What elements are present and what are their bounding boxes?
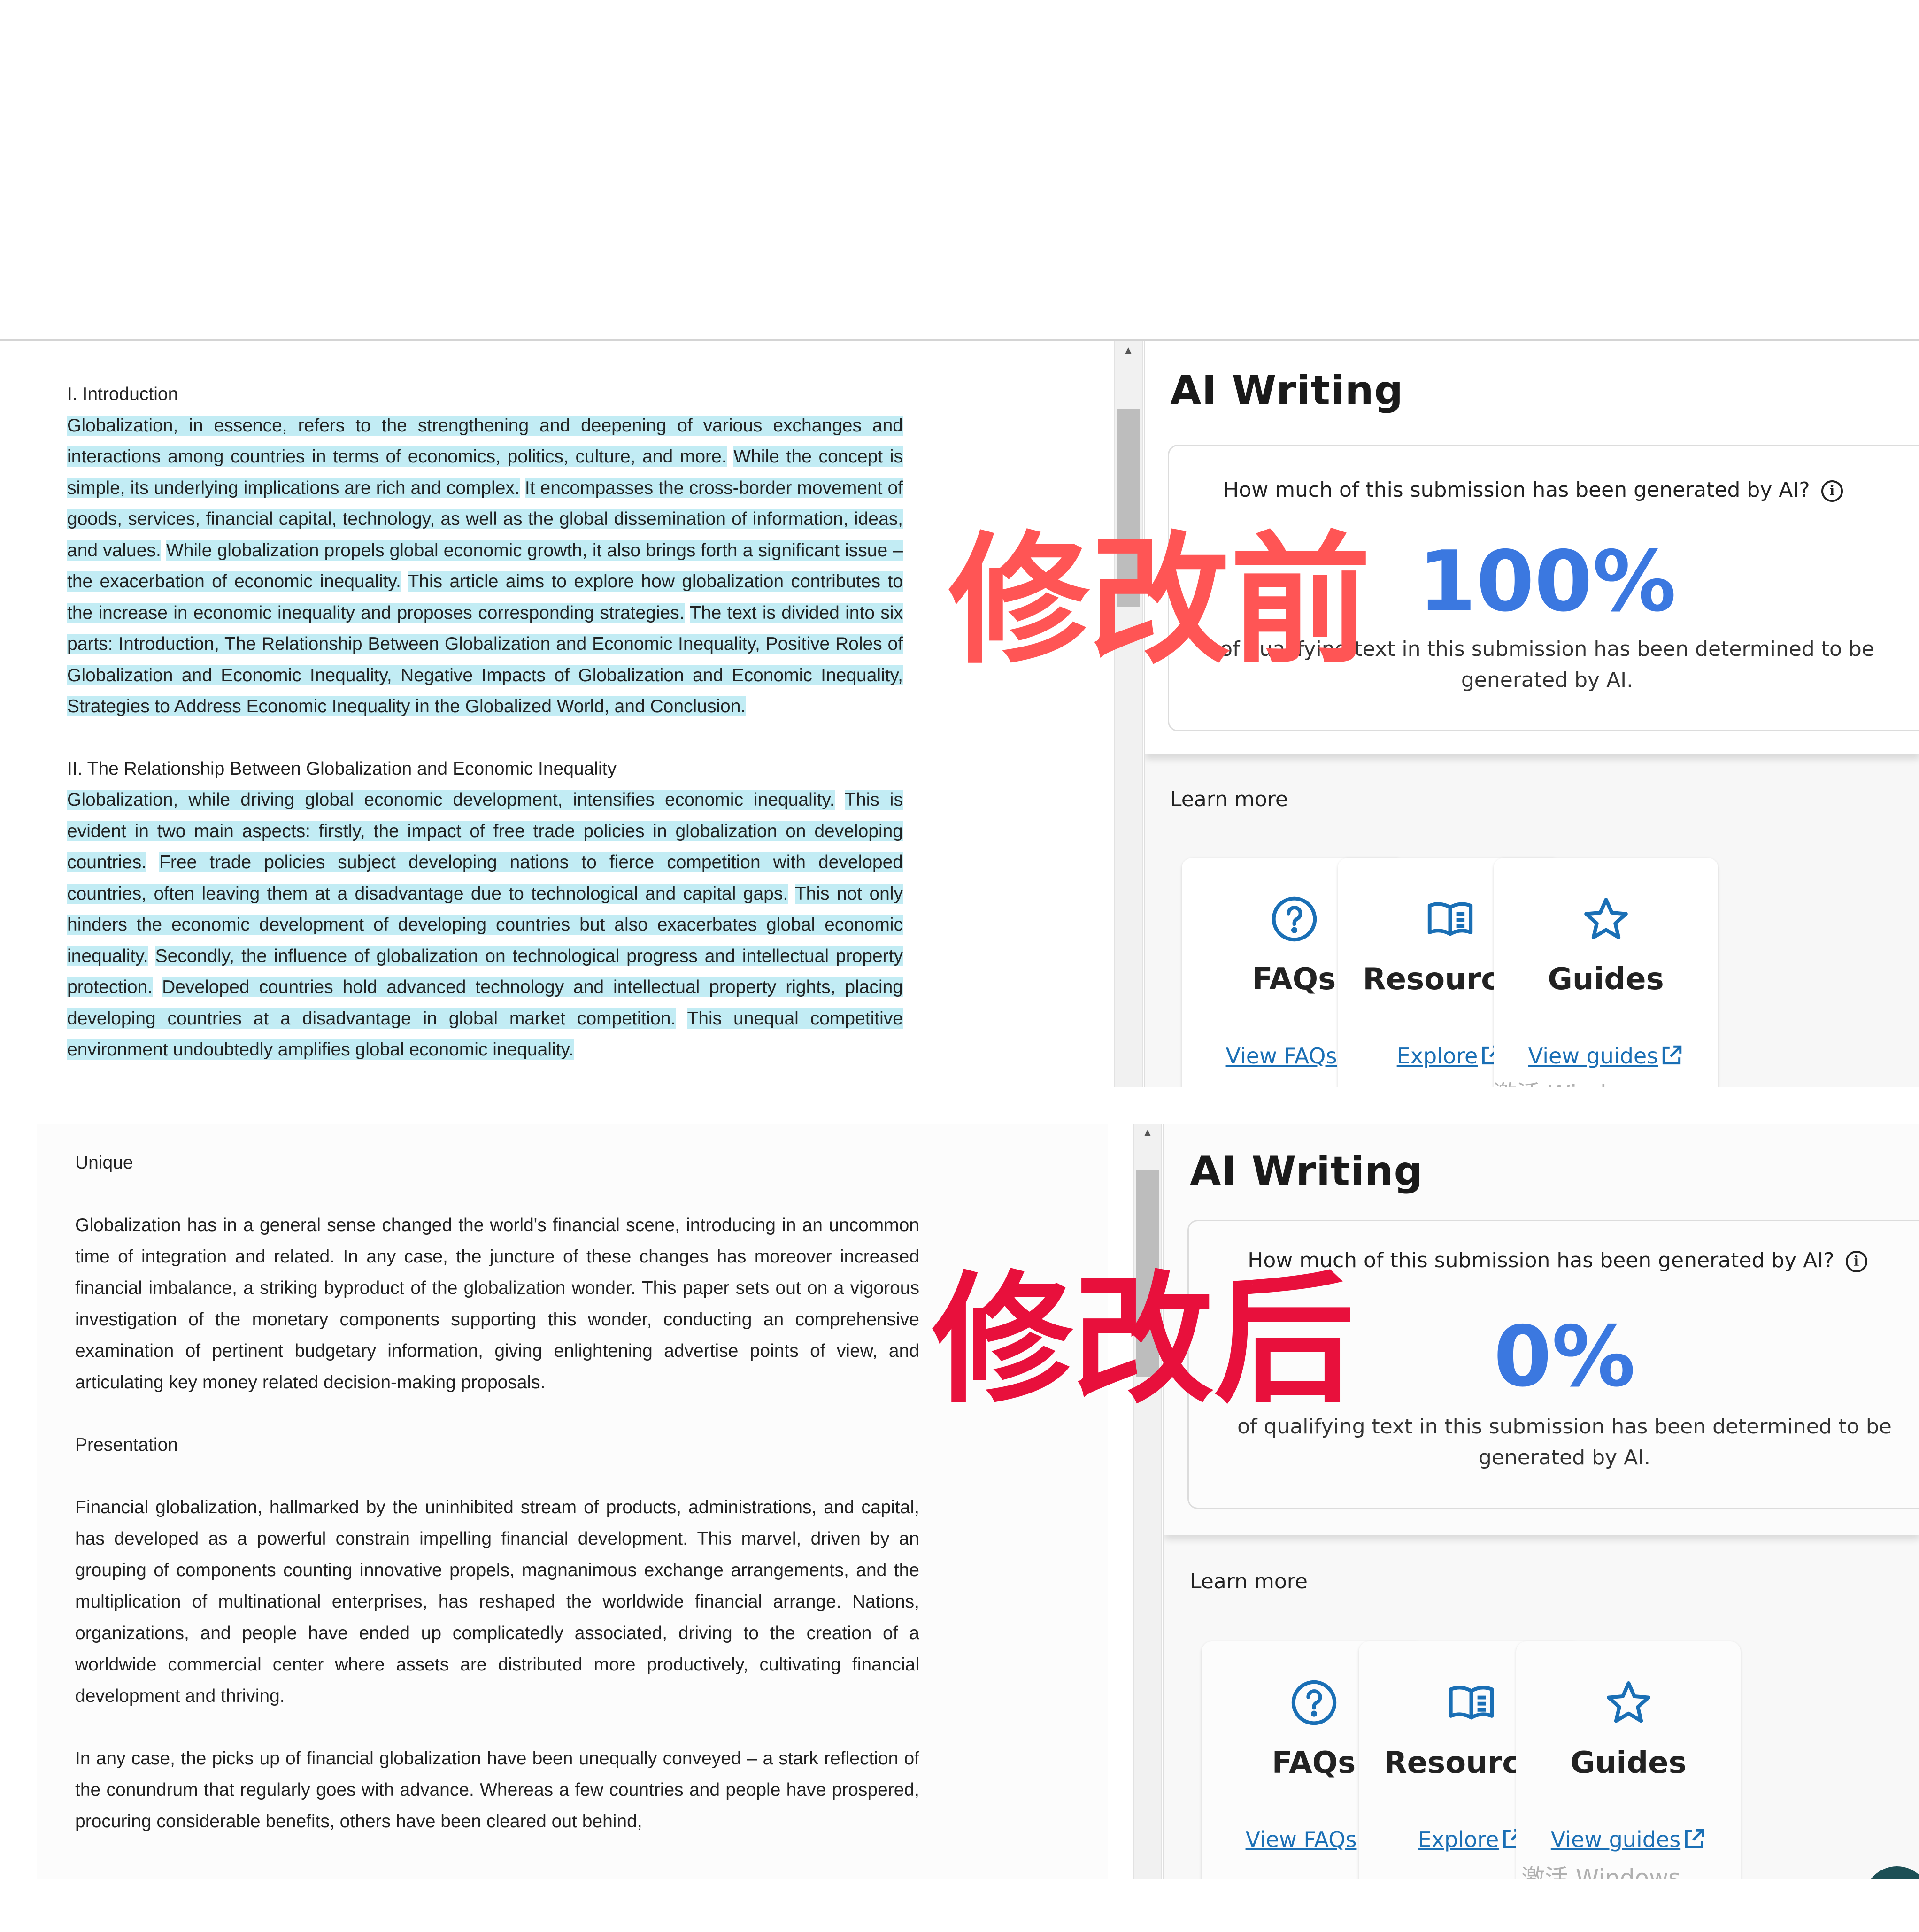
learn-more-heading: Learn more: [1190, 1570, 1308, 1593]
section-paragraph: Globalization, while driving global econ…: [67, 785, 903, 1066]
card-link-guides[interactable]: View guides: [1494, 1043, 1718, 1069]
section-paragraph: Globalization, in essence, refers to the…: [67, 410, 903, 723]
star-icon: [1516, 1678, 1741, 1730]
windows-activation-watermark: 激活 Windows: [1521, 1864, 1681, 1879]
scroll-up-arrow-icon[interactable]: ▲: [1115, 345, 1142, 355]
card-link-text[interactable]: View FAQs: [1226, 1043, 1337, 1069]
card-link-text[interactable]: View FAQs: [1246, 1827, 1357, 1852]
info-icon[interactable]: i: [1845, 1251, 1867, 1272]
card-title: Guides: [1570, 1746, 1687, 1780]
external-link-icon: [1658, 1043, 1683, 1069]
before-document-pane: I. Introduction Globalization, in essence…: [0, 341, 1087, 1087]
scroll-up-arrow-icon[interactable]: ▲: [1134, 1127, 1161, 1138]
after-document-text: Unique Globalization has in a general sen…: [75, 1147, 919, 1837]
after-document-pane: Unique Globalization has in a general sen…: [37, 1124, 1108, 1879]
learn-more-heading: Learn more: [1170, 787, 1288, 811]
before-ai-writing-panel: AI Writing How much of this submission h…: [1144, 341, 1919, 1087]
external-link-icon: [1680, 1827, 1706, 1852]
section-heading: I. Introduction: [67, 384, 178, 404]
after-ai-writing-panel: AI Writing How much of this submission h…: [1163, 1124, 1919, 1879]
ai-highlighted-sentence[interactable]: Globalization, while driving global econ…: [67, 790, 835, 810]
body-paragraph: Financial globalization, hallmarked by t…: [75, 1497, 919, 1706]
before-document-scrollbar[interactable]: ▲: [1114, 341, 1143, 1087]
before-document-text: I. Introduction Globalization, in essence…: [67, 379, 903, 1066]
ai-writing-title: AI Writing: [1190, 1148, 1424, 1195]
learn-more-card-guides: Guides View guides: [1494, 858, 1718, 1087]
ai-writing-title: AI Writing: [1170, 367, 1404, 414]
ai-highlighted-sentence[interactable]: Free trade policies subject developing n…: [67, 852, 903, 904]
ai-question: How much of this submission has been gen…: [1169, 478, 1919, 502]
section-heading: Unique: [75, 1153, 133, 1173]
section-heading: II. The Relationship Between Globalizati…: [67, 758, 617, 779]
body-paragraph: Globalization has in a general sense cha…: [75, 1215, 919, 1393]
learn-more-card-guides: Guides View guides: [1516, 1641, 1741, 1879]
star-icon: [1494, 894, 1718, 946]
after-label: 修改后: [932, 1258, 1355, 1422]
after-document-scrollbar[interactable]: ▲: [1133, 1124, 1162, 1879]
before-label: 修改前: [948, 519, 1371, 683]
info-icon[interactable]: i: [1821, 480, 1843, 502]
card-title: Guides: [1548, 962, 1664, 997]
card-link-guides[interactable]: View guides: [1516, 1827, 1741, 1852]
windows-activation-watermark: 激活 Windows: [1493, 1075, 1652, 1087]
body-paragraph: In any case, the picks up of financial g…: [75, 1748, 919, 1832]
ai-question-text: How much of this submission has been gen…: [1223, 478, 1810, 502]
card-link-text[interactable]: View guides: [1551, 1827, 1680, 1852]
card-link-text[interactable]: Explore: [1418, 1827, 1499, 1852]
card-link-text[interactable]: View guides: [1528, 1043, 1658, 1069]
section-heading: Presentation: [75, 1435, 178, 1455]
card-link-text[interactable]: Explore: [1397, 1043, 1478, 1069]
